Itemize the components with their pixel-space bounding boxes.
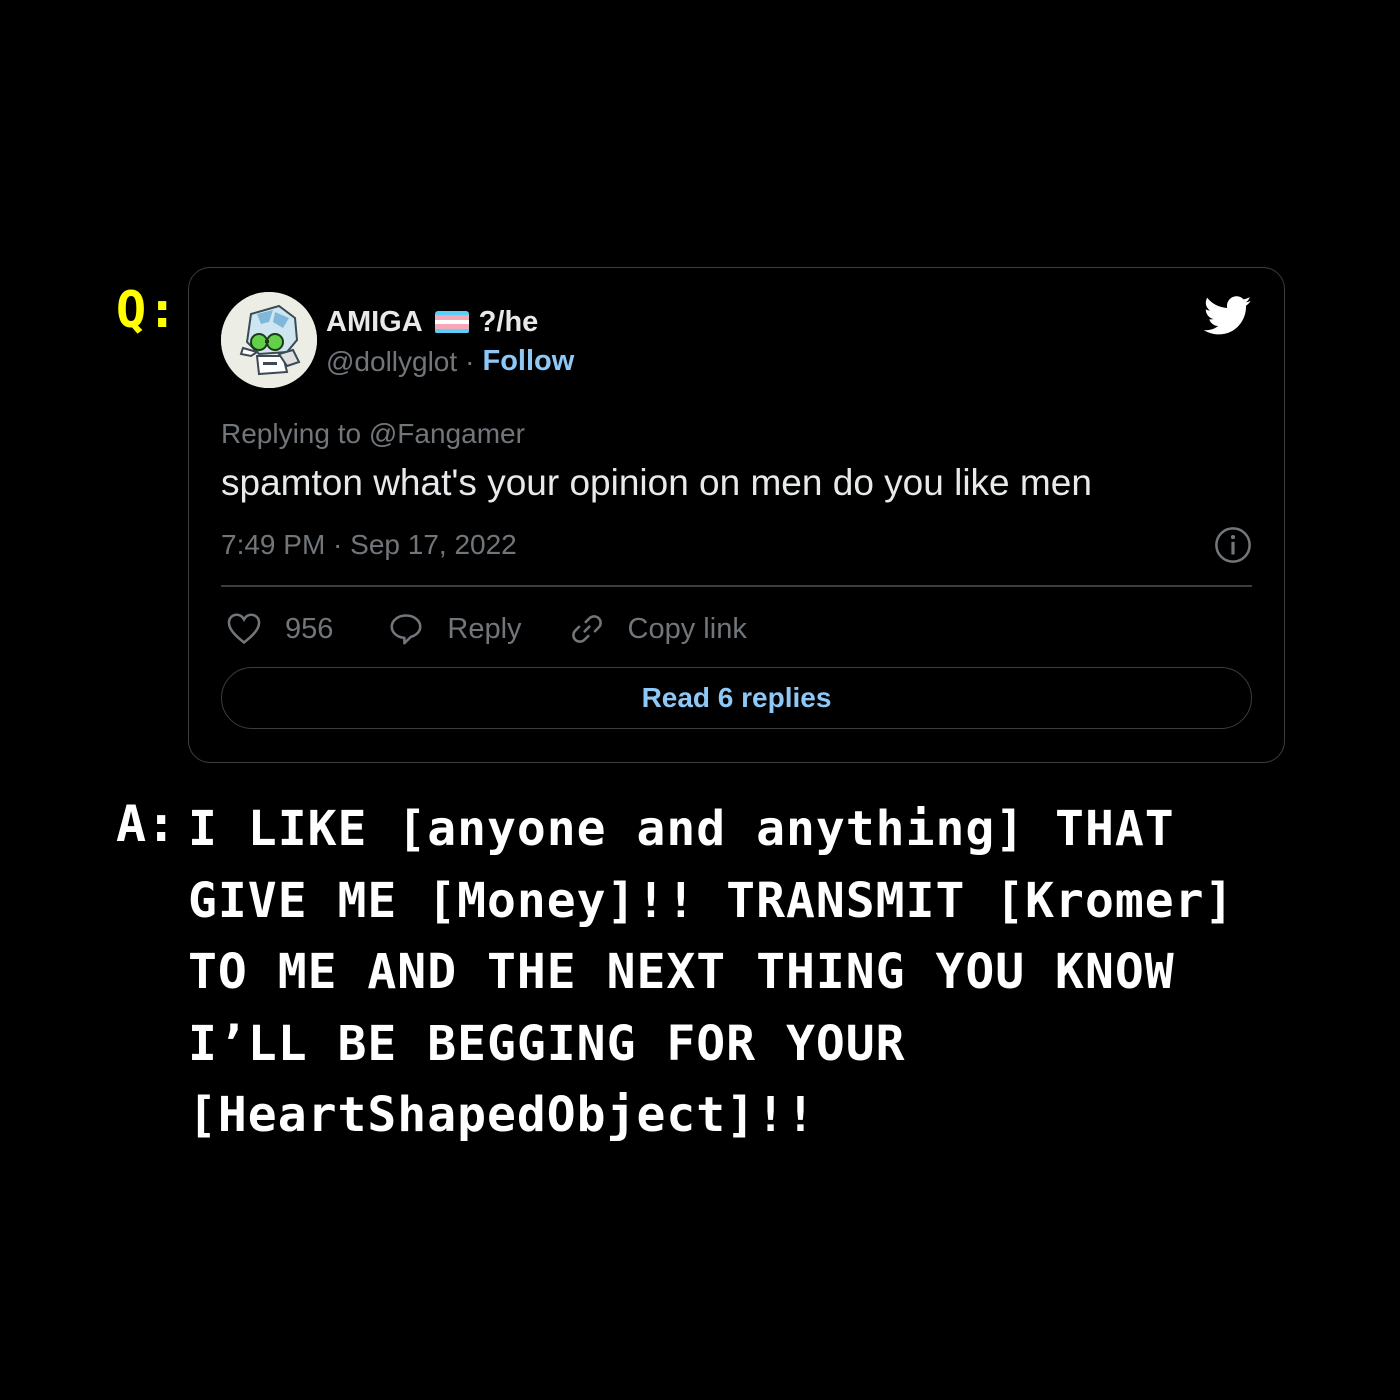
trans-flag-icon xyxy=(434,310,469,334)
twitter-bird-icon[interactable] xyxy=(1204,296,1252,336)
reply-label: Reply xyxy=(447,612,522,645)
replying-to: Replying to @Fangamer xyxy=(221,418,525,450)
link-icon xyxy=(571,615,602,643)
flag-stripe xyxy=(434,328,469,334)
avatar-image xyxy=(221,292,317,388)
actions-row: 956 Reply Copy link xyxy=(225,608,747,650)
author-name-row[interactable]: AMIGA ?/he xyxy=(326,304,538,340)
tweet-text: spamton what's your opinion on men do yo… xyxy=(221,462,1092,503)
reply-button[interactable]: Reply xyxy=(387,610,522,648)
heart-icon xyxy=(227,613,261,645)
answer-label: A: xyxy=(116,795,177,853)
info-icon[interactable] xyxy=(1214,526,1252,564)
read-replies-button[interactable]: Read 6 replies xyxy=(221,667,1252,729)
like-count: 956 xyxy=(285,612,334,645)
replying-mention[interactable]: @Fangamer xyxy=(369,418,525,449)
separator-dot: · xyxy=(465,345,475,377)
divider xyxy=(221,585,1252,587)
copy-link-label: Copy link xyxy=(627,612,747,645)
display-name[interactable]: AMIGA xyxy=(326,306,423,339)
pronouns: ?/he xyxy=(478,305,539,338)
handle-row: @dollyglot · Follow xyxy=(326,345,574,378)
follow-button[interactable]: Follow xyxy=(482,345,574,378)
speech-bubble-icon xyxy=(390,614,422,645)
answer-text: I LIKE [anyone and anything] THAT GIVE M… xyxy=(188,801,1235,1143)
handle[interactable]: @dollyglot xyxy=(326,346,457,378)
copy-link-button[interactable]: Copy link xyxy=(568,610,747,648)
avatar[interactable] xyxy=(221,292,317,388)
like-button[interactable]: 956 xyxy=(225,610,333,648)
replying-prefix: Replying to xyxy=(221,418,362,449)
question-label: Q: xyxy=(116,281,179,339)
tweet-card[interactable]: AMIGA ?/he @dollyglot · Follow Replying … xyxy=(188,267,1285,763)
timestamp[interactable]: 7:49 PM · Sep 17, 2022 xyxy=(221,529,517,561)
